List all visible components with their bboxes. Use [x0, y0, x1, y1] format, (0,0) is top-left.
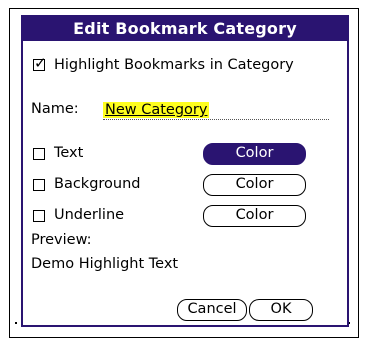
edit-bookmark-category-dialog: Edit Bookmark Category ✓ Highlight Bookm… — [21, 15, 349, 327]
preview-text: Demo Highlight Text — [31, 256, 179, 272]
background-checkbox[interactable] — [33, 179, 45, 191]
text-label[interactable]: Text — [54, 144, 83, 162]
preview-label: Preview: — [31, 232, 92, 248]
dialog-title: Edit Bookmark Category — [23, 17, 347, 41]
checkmark-icon: ✓ — [34, 54, 47, 72]
text-color-button[interactable]: Color — [203, 143, 306, 165]
background-label[interactable]: Background — [54, 175, 141, 193]
name-field-value: New Category — [103, 102, 210, 118]
underline-checkbox[interactable] — [33, 210, 45, 222]
corner-dot — [15, 322, 17, 324]
ok-button[interactable]: OK — [249, 299, 313, 321]
name-field[interactable]: New Category — [103, 99, 329, 120]
underline-label[interactable]: Underline — [54, 206, 124, 224]
cancel-button[interactable]: Cancel — [177, 299, 247, 321]
background-color-button[interactable]: Color — [203, 174, 306, 196]
highlight-label[interactable]: Highlight Bookmarks in Category — [54, 56, 294, 74]
highlight-checkbox[interactable]: ✓ — [33, 54, 47, 72]
text-checkbox[interactable] — [33, 148, 45, 160]
name-label: Name: — [31, 101, 79, 117]
underline-color-button[interactable]: Color — [203, 205, 306, 227]
